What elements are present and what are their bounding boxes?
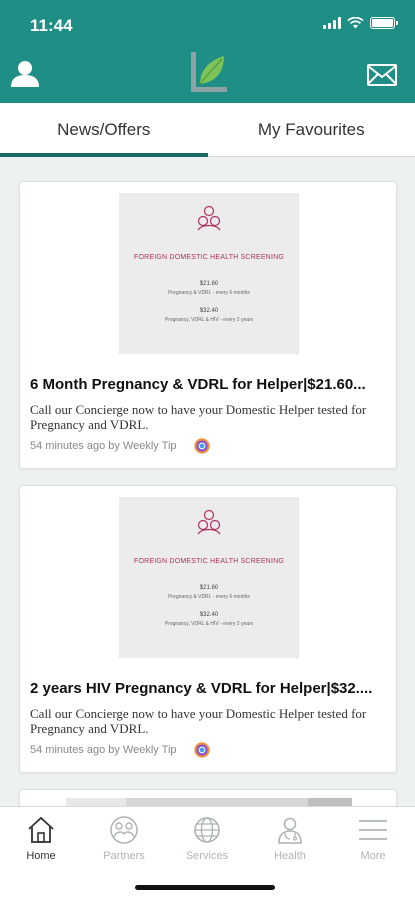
poster-price: $21.60 xyxy=(199,585,219,591)
poster-heading: FOREIGN DOMESTIC HEALTH SCREENING xyxy=(134,254,284,261)
news-feed[interactable]: FOREIGN DOMESTIC HEALTH SCREENING $21.60… xyxy=(0,158,415,806)
nav-services[interactable]: Services xyxy=(172,815,242,862)
envelope-icon[interactable] xyxy=(367,64,397,86)
post-title[interactable]: 2 years HIV Pregnancy & VDRL for Helper|… xyxy=(30,680,392,697)
poster-price-desc: Pregnancy & VDRL - every 6 months xyxy=(168,594,250,600)
post-meta: 54 minutes ago by Weekly Tip xyxy=(30,440,177,452)
poster-price: $32.40 xyxy=(199,612,219,618)
post-card[interactable] xyxy=(19,789,397,806)
care-emblem-icon xyxy=(197,509,221,535)
weekly-tip-source-icon xyxy=(193,437,211,455)
person-icon[interactable] xyxy=(10,60,40,88)
post-title[interactable]: 6 Month Pregnancy & VDRL for Helper|$21.… xyxy=(30,376,392,393)
cellular-signal-icon xyxy=(323,17,341,29)
post-description: Call our Concierge now to have your Dome… xyxy=(30,706,367,736)
poster-price-desc: Pregnancy, VDRL & HIV - every 2 years xyxy=(164,621,254,627)
post-image: FOREIGN DOMESTIC HEALTH SCREENING $21.60… xyxy=(119,497,299,658)
nav-more[interactable]: More xyxy=(338,815,408,862)
nav-partners-label: Partners xyxy=(103,850,145,862)
nav-health-label: Health xyxy=(274,850,306,862)
post-meta: 54 minutes ago by Weekly Tip xyxy=(30,744,177,756)
tab-news-offers[interactable]: News/Offers xyxy=(0,103,208,157)
nav-health[interactable]: Health xyxy=(255,815,325,862)
poster-price-desc: Pregnancy & VDRL - every 6 months xyxy=(168,290,250,296)
tab-my-favourites[interactable]: My Favourites xyxy=(208,103,415,156)
hamburger-menu-icon xyxy=(359,820,387,840)
nav-more-label: More xyxy=(360,850,386,862)
post-card[interactable]: FOREIGN DOMESTIC HEALTH SCREENING $21.60… xyxy=(19,181,397,469)
nav-partners[interactable]: Partners xyxy=(89,815,159,862)
post-description: Call our Concierge now to have your Dome… xyxy=(30,402,367,432)
weekly-tip-source-icon xyxy=(193,741,211,759)
status-icons xyxy=(323,17,398,29)
app-header: 11:44 xyxy=(0,0,415,103)
poster-price-desc: Pregnancy, VDRL & HIV - every 2 years xyxy=(164,317,254,323)
poster-price: $21.60 xyxy=(199,281,219,287)
nav-home-label: Home xyxy=(26,850,56,862)
nav-home[interactable]: Home xyxy=(6,815,76,862)
tab-bar: News/Offers My Favourites xyxy=(0,103,415,157)
post-image xyxy=(66,798,352,806)
post-card[interactable]: FOREIGN DOMESTIC HEALTH SCREENING $21.60… xyxy=(19,485,397,773)
care-emblem-icon xyxy=(197,205,221,231)
nav-services-label: Services xyxy=(185,850,229,862)
post-image: FOREIGN DOMESTIC HEALTH SCREENING $21.60… xyxy=(119,193,299,354)
home-icon xyxy=(28,816,54,843)
status-time: 11:44 xyxy=(30,16,73,35)
battery-icon xyxy=(370,17,398,29)
poster-heading: FOREIGN DOMESTIC HEALTH SCREENING xyxy=(134,558,284,565)
leaf-logo-icon xyxy=(191,52,227,92)
partners-icon xyxy=(110,816,138,844)
globe-icon xyxy=(194,817,220,843)
home-indicator[interactable] xyxy=(135,885,275,890)
poster-price: $32.40 xyxy=(199,308,219,314)
wifi-icon xyxy=(347,17,364,29)
doctor-icon xyxy=(278,817,302,844)
